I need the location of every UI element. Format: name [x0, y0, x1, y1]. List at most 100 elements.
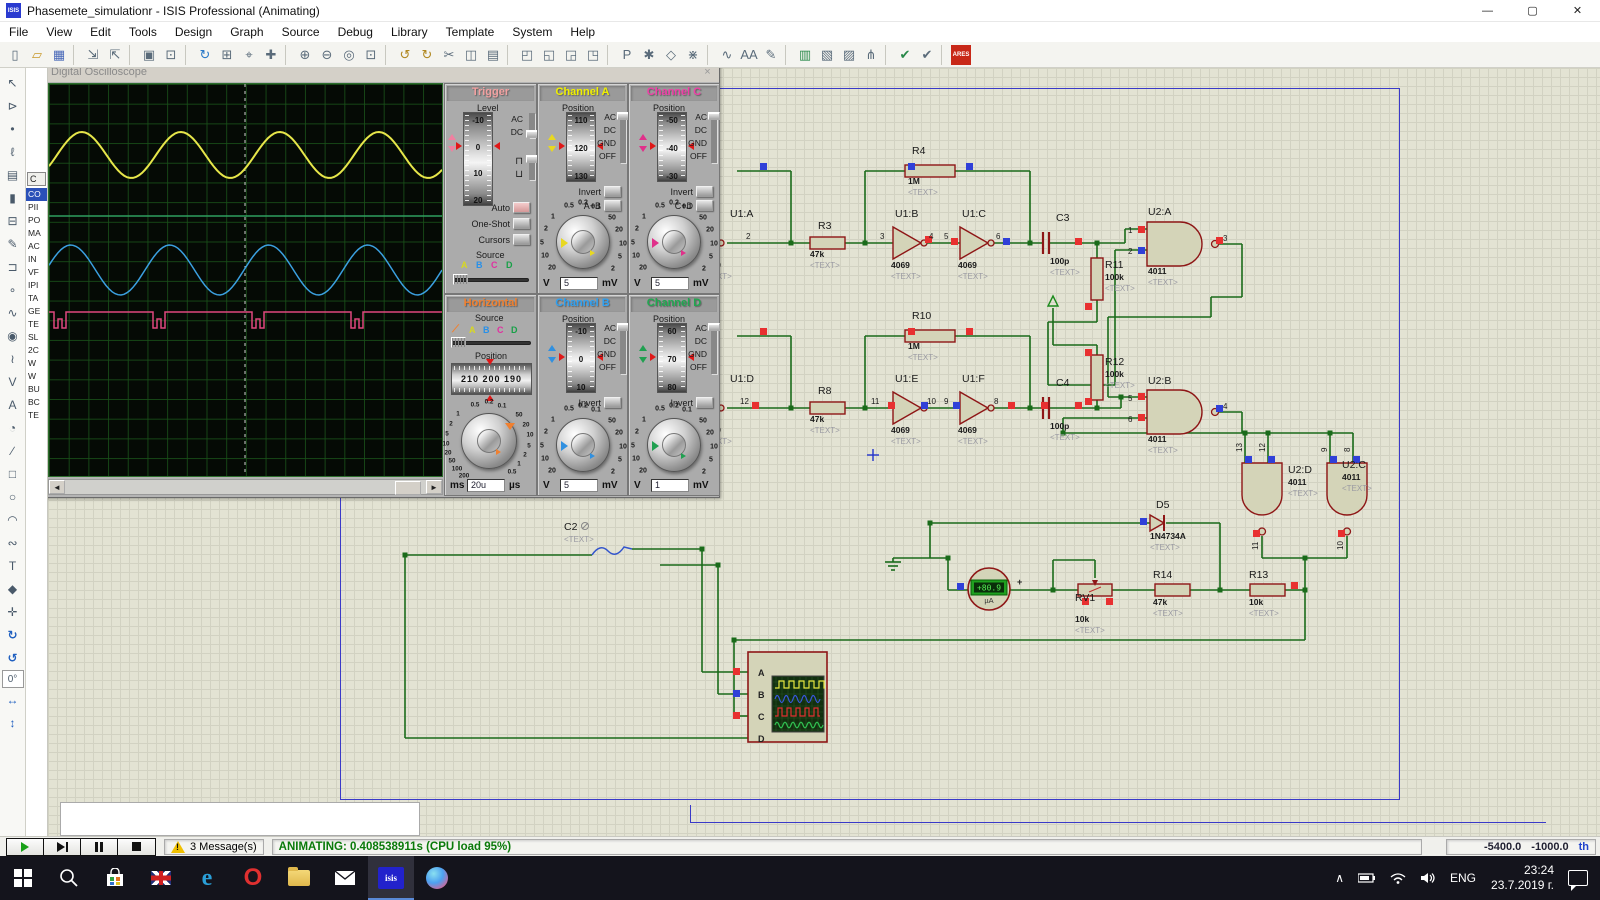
zoom-in-icon[interactable]: ⊕ [295, 45, 315, 65]
generator-mode-icon[interactable]: ≀ [2, 348, 24, 370]
mirror-vertical-icon[interactable]: ↕ [2, 712, 24, 734]
taskbar-isis[interactable]: isis [368, 856, 414, 900]
menu-item-design[interactable]: Design [166, 23, 221, 41]
device-pins-mode-icon[interactable]: ∘ [2, 279, 24, 301]
search-tag-icon[interactable]: AA [739, 45, 759, 65]
current-probe-mode-icon[interactable]: A [2, 394, 24, 416]
2d-box-mode-icon[interactable]: □ [2, 463, 24, 485]
language-indicator[interactable]: ENG [1450, 871, 1476, 885]
taskbar-edge[interactable]: e [184, 856, 230, 900]
paste-icon[interactable]: ▤ [483, 45, 503, 65]
selector-item-SL[interactable]: SL [26, 331, 47, 344]
menu-item-template[interactable]: Template [437, 23, 504, 41]
coupling-handle[interactable] [708, 112, 720, 120]
scroll-right-icon[interactable]: ► [426, 480, 442, 494]
tape-recorder-mode-icon[interactable]: ◉ [2, 325, 24, 347]
decompose-icon[interactable]: ⋇ [683, 45, 703, 65]
menu-item-view[interactable]: View [37, 23, 81, 41]
menu-item-debug[interactable]: Debug [329, 23, 382, 41]
taskbar-photos[interactable] [414, 856, 460, 900]
zoom-area-icon[interactable]: ⊡ [361, 45, 381, 65]
value-input[interactable]: 1 [651, 479, 689, 492]
remove-sheet-icon[interactable]: ▨ [839, 45, 859, 65]
block-copy-icon[interactable]: ◰ [517, 45, 537, 65]
selector-item-TA[interactable]: TA [26, 292, 47, 305]
2d-path-mode-icon[interactable]: ∾ [2, 532, 24, 554]
step-button[interactable] [44, 839, 81, 855]
selector-item-W[interactable]: W [26, 357, 47, 370]
block-move-icon[interactable]: ◱ [539, 45, 559, 65]
undo-icon[interactable]: ↺ [395, 45, 415, 65]
import-section-icon[interactable]: ⇲ [83, 45, 103, 65]
false-origin-icon[interactable]: ⌖ [239, 45, 259, 65]
maximize-button[interactable]: ▢ [1510, 0, 1555, 22]
redo-icon[interactable]: ↻ [417, 45, 437, 65]
position-scale[interactable]: -1001020 [463, 112, 493, 206]
2d-symbol-mode-icon[interactable]: ◆ [2, 578, 24, 600]
2d-arc-mode-icon[interactable]: ◠ [2, 509, 24, 531]
selector-item-BC[interactable]: BC [26, 396, 47, 409]
taskbar-opera[interactable]: O [230, 856, 276, 900]
taskbar-uk-flag[interactable] [138, 856, 184, 900]
stop-button[interactable] [118, 839, 155, 855]
close-button[interactable]: ✕ [1555, 0, 1600, 22]
c+d-button[interactable] [696, 200, 713, 211]
2d-text-mode-icon[interactable]: T [2, 555, 24, 577]
wifi-icon[interactable] [1390, 872, 1406, 884]
cut-icon[interactable]: ✂ [439, 45, 459, 65]
block-rotate-icon[interactable]: ◲ [561, 45, 581, 65]
menu-item-system[interactable]: System [503, 23, 561, 41]
invert-button[interactable] [604, 397, 621, 408]
terminals-mode-icon[interactable]: ⊐ [2, 256, 24, 278]
cursor-snap-icon[interactable]: ✚ [261, 45, 281, 65]
menu-item-tools[interactable]: Tools [120, 23, 166, 41]
2d-line-mode-icon[interactable]: ∕ [2, 440, 24, 462]
value-input[interactable]: 5 [560, 479, 598, 492]
value-input[interactable]: 5 [560, 277, 598, 290]
rotation-angle-icon[interactable]: 0° [2, 670, 24, 688]
graph-mode-icon[interactable]: ∿ [2, 302, 24, 324]
junction-dot-mode-icon[interactable]: • [2, 118, 24, 140]
selector-item-GE[interactable]: GE [26, 305, 47, 318]
pick-device-icon[interactable]: P [617, 45, 637, 65]
copy-icon[interactable]: ◫ [461, 45, 481, 65]
taskbar-start-button[interactable] [0, 856, 46, 900]
object-selector[interactable]: C COPIIPOMAACINVFIPITAGETESL2CWWBUBCTE [26, 68, 48, 836]
one-shot-button[interactable] [513, 218, 530, 229]
taskbar-search[interactable] [46, 856, 92, 900]
auto-button[interactable] [513, 202, 530, 213]
notification-icon[interactable] [1568, 870, 1588, 886]
selector-item-2C[interactable]: 2C [26, 344, 47, 357]
netlist-to-ares-icon[interactable]: ARES [951, 45, 971, 65]
selector-item-PII[interactable]: PII [26, 201, 47, 214]
a+b-button[interactable] [604, 200, 621, 211]
oscilloscope-window[interactable]: Digital Oscilloscope × ◄ ► TriggerLevel-… [45, 60, 720, 498]
component-mode-icon[interactable]: ⊳ [2, 95, 24, 117]
menu-item-library[interactable]: Library [382, 23, 437, 41]
menu-item-graph[interactable]: Graph [221, 23, 272, 41]
instant-edit-mode-icon[interactable]: ✎ [2, 233, 24, 255]
position-scale[interactable]: 210 200 190 [451, 363, 532, 395]
wire-label-mode-icon[interactable]: ℓ [2, 141, 24, 163]
invert-button[interactable] [696, 186, 713, 197]
scroll-thumb[interactable] [395, 481, 421, 495]
selector-item-IN[interactable]: IN [26, 253, 47, 266]
rotate-clockwise-icon[interactable]: ↻ [2, 624, 24, 646]
goto-sheet-icon[interactable]: ⋔ [861, 45, 881, 65]
selection-mode-icon[interactable]: ↖ [2, 72, 24, 94]
new-sheet-icon[interactable]: ▧ [817, 45, 837, 65]
text-script-mode-icon[interactable]: ▤ [2, 164, 24, 186]
clock[interactable]: 23:24 23.7.2019 г. [1491, 863, 1554, 893]
wire-autorouter-icon[interactable]: ∿ [717, 45, 737, 65]
cursors-button[interactable] [513, 234, 530, 245]
source-slider[interactable] [453, 274, 468, 285]
redraw-icon[interactable]: ↻ [195, 45, 215, 65]
battery-icon[interactable] [1358, 873, 1376, 883]
zoom-all-icon[interactable]: ◎ [339, 45, 359, 65]
selector-item-TE[interactable]: TE [26, 318, 47, 331]
oscilloscope-scrollbar[interactable]: ◄ ► [48, 479, 443, 495]
selector-item-BU[interactable]: BU [26, 383, 47, 396]
invert-button[interactable] [604, 186, 621, 197]
coupling-handle[interactable] [708, 323, 720, 331]
print-icon[interactable]: ▣ [139, 45, 159, 65]
